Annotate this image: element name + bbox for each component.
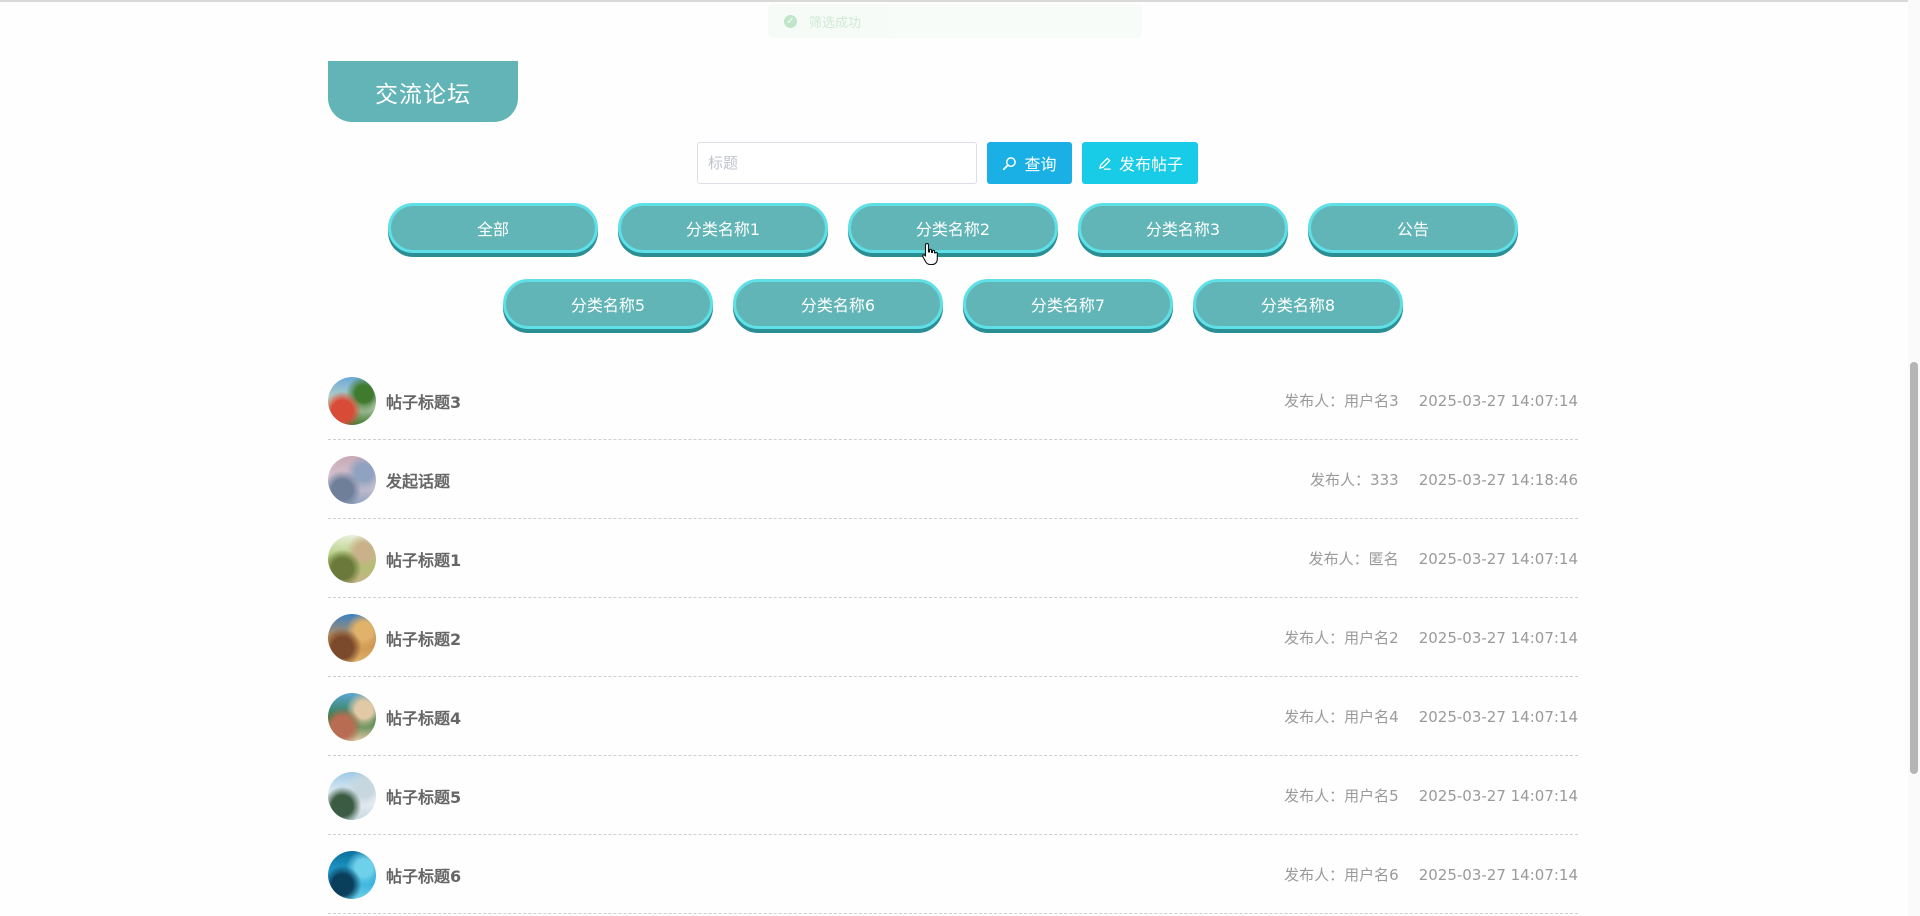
post-row[interactable]: 发起话题 发布人：333 2025-03-27 14:18:46 (328, 440, 1578, 519)
post-author: 发布人：用户名2 (1284, 629, 1399, 647)
girl-field-avatar (328, 535, 376, 583)
post-meta: 发布人：用户名2 2025-03-27 14:07:14 (1284, 598, 1578, 677)
post-time: 2025-03-27 14:07:14 (1418, 865, 1578, 884)
page-frame: ✓ 筛选成功 交流论坛 查询 发布帖子 全部 分类名称1 分类名称2 分类名称3… (0, 0, 1920, 916)
post-title[interactable]: 帖子标题4 (386, 677, 461, 756)
toast-text: 筛选成功 (809, 15, 862, 31)
post-title[interactable]: 帖子标题1 (386, 519, 461, 598)
hand-cursor-icon (922, 242, 938, 266)
snow-forest-avatar (328, 772, 376, 820)
post-meta: 发布人：用户名4 2025-03-27 14:07:14 (1284, 677, 1578, 756)
post-row[interactable]: 帖子标题2 发布人：用户名2 2025-03-27 14:07:14 (328, 598, 1578, 677)
landscape-flowers-avatar (328, 377, 376, 425)
category-5[interactable]: 分类名称5 (503, 279, 713, 329)
post-title[interactable]: 帖子标题5 (386, 756, 461, 835)
post-time: 2025-03-27 14:07:14 (1418, 786, 1578, 805)
top-border (0, 0, 1920, 2)
lake-avatar (328, 456, 376, 504)
category-7[interactable]: 分类名称7 (963, 279, 1173, 329)
post-meta: 发布人：用户名5 2025-03-27 14:07:14 (1284, 756, 1578, 835)
publish-post-button[interactable]: 发布帖子 (1082, 142, 1198, 184)
post-author: 发布人：匿名 (1308, 550, 1399, 568)
post-meta: 发布人：用户名6 2025-03-27 14:07:14 (1284, 835, 1578, 914)
post-meta: 发布人：333 2025-03-27 14:18:46 (1310, 440, 1578, 519)
page-title: 交流论坛 (328, 61, 518, 122)
post-author: 发布人：用户名3 (1284, 392, 1399, 410)
post-author: 发布人：用户名4 (1284, 708, 1399, 726)
category-2[interactable]: 分类名称2 (848, 203, 1058, 253)
edit-icon (1099, 157, 1111, 170)
post-row[interactable]: 帖子标题6 发布人：用户名6 2025-03-27 14:07:14 (328, 835, 1578, 914)
check-circle-icon: ✓ (784, 14, 797, 28)
post-row[interactable]: 帖子标题4 发布人：用户名4 2025-03-27 14:07:14 (328, 677, 1578, 756)
castle-avatar (328, 614, 376, 662)
post-title[interactable]: 帖子标题6 (386, 835, 461, 914)
post-time: 2025-03-27 14:07:14 (1418, 628, 1578, 647)
house-garden-avatar (328, 693, 376, 741)
post-author: 发布人：用户名5 (1284, 787, 1399, 805)
search-icon (1003, 156, 1017, 170)
category-6[interactable]: 分类名称6 (733, 279, 943, 329)
post-row[interactable]: 帖子标题1 发布人：匿名 2025-03-27 14:07:14 (328, 519, 1578, 598)
search-input[interactable] (697, 142, 977, 184)
post-time: 2025-03-27 14:07:14 (1418, 549, 1578, 568)
post-row[interactable]: 帖子标题3 发布人：用户名3 2025-03-27 14:07:14 (328, 361, 1578, 440)
search-button[interactable]: 查询 (987, 142, 1072, 184)
category-all[interactable]: 全部 (388, 203, 598, 253)
post-title[interactable]: 帖子标题3 (386, 361, 461, 440)
scrollbar-thumb[interactable] (1910, 362, 1918, 774)
search-button-label: 查询 (1024, 155, 1057, 174)
underwater-avatar (328, 851, 376, 899)
post-time: 2025-03-27 14:07:14 (1418, 391, 1578, 410)
post-meta: 发布人：用户名3 2025-03-27 14:07:14 (1284, 361, 1578, 440)
post-author: 发布人：用户名6 (1284, 866, 1399, 884)
post-title[interactable]: 帖子标题2 (386, 598, 461, 677)
post-time: 2025-03-27 14:18:46 (1418, 470, 1578, 489)
post-time: 2025-03-27 14:07:14 (1418, 707, 1578, 726)
publish-post-label: 发布帖子 (1118, 155, 1183, 174)
page-scrollbar[interactable] (1908, 0, 1920, 916)
post-row[interactable]: 帖子标题5 发布人：用户名5 2025-03-27 14:07:14 (328, 756, 1578, 835)
success-toast: ✓ 筛选成功 (768, 4, 1142, 38)
category-8[interactable]: 分类名称8 (1193, 279, 1403, 329)
category-3[interactable]: 分类名称3 (1078, 203, 1288, 253)
post-meta: 发布人：匿名 2025-03-27 14:07:14 (1309, 519, 1578, 598)
category-announcement[interactable]: 公告 (1308, 203, 1518, 253)
post-title[interactable]: 发起话题 (386, 440, 450, 519)
category-1[interactable]: 分类名称1 (618, 203, 828, 253)
post-author: 发布人：333 (1310, 471, 1399, 489)
